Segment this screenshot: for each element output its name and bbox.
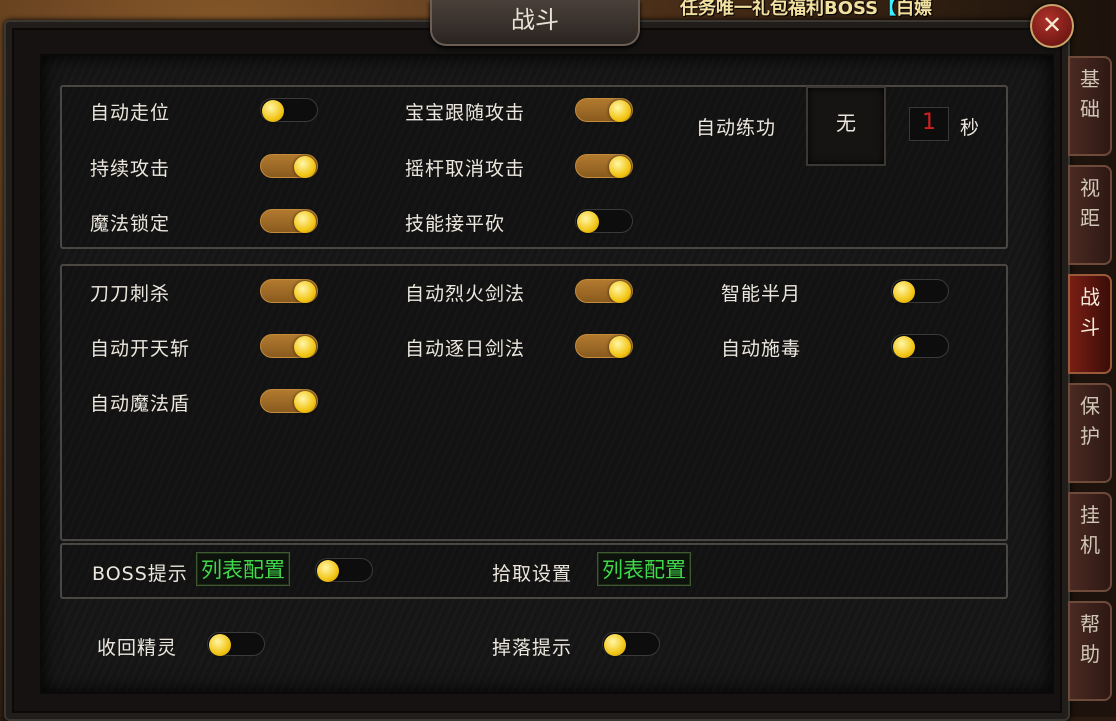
skill-label: 自动开天斩 — [90, 338, 191, 360]
skill-label: 自动烈火剑法 — [405, 283, 526, 305]
toggle-knob — [262, 100, 284, 122]
tab-label: 距 — [1080, 206, 1100, 230]
pet-follow-label: 宝宝跟随攻击 — [405, 102, 526, 124]
tab-label: 保 — [1080, 394, 1100, 418]
auto-move-toggle[interactable] — [260, 98, 318, 122]
toggle-knob — [294, 391, 316, 413]
skill-toggle[interactable] — [575, 334, 633, 358]
toggle-knob — [294, 156, 316, 178]
tab-combat[interactable]: 战斗 — [1068, 274, 1112, 374]
tab-label: 挂 — [1080, 503, 1100, 527]
toggle-knob — [893, 336, 915, 358]
drop-tip-toggle[interactable] — [602, 632, 660, 656]
tab-auto-hang[interactable]: 挂机 — [1068, 492, 1112, 592]
drop-tip-label: 掉落提示 — [492, 637, 573, 659]
boss-tip-toggle[interactable] — [315, 558, 373, 582]
magic-lock-label: 魔法锁定 — [90, 213, 171, 235]
toggle-knob — [317, 560, 339, 582]
toggle-knob — [294, 281, 316, 303]
tab-label: 机 — [1080, 533, 1100, 557]
auto-practice-skill-slot[interactable]: 无 — [806, 86, 886, 166]
skill-toggle[interactable] — [891, 334, 949, 358]
tab-label: 战 — [1080, 285, 1100, 309]
tab-label: 帮 — [1080, 612, 1100, 636]
toggle-knob — [209, 634, 231, 656]
toggle-knob — [604, 634, 626, 656]
tab-label: 视 — [1080, 176, 1100, 200]
skill-label: 自动施毒 — [721, 338, 802, 360]
close-icon: ✕ — [1041, 11, 1063, 39]
continuous-attack-toggle[interactable] — [260, 154, 318, 178]
joystick-cancel-label: 摇杆取消攻击 — [405, 158, 526, 180]
skill-flat-toggle[interactable] — [575, 209, 633, 233]
auto-move-label: 自动走位 — [90, 102, 171, 124]
toggle-knob — [893, 281, 915, 303]
toggle-knob — [577, 211, 599, 233]
scrolling-banner: 任务唯一礼包福利BOSS【白嫖 — [680, 0, 933, 19]
tab-label: 基 — [1080, 67, 1100, 91]
recall-spirit-toggle[interactable] — [207, 632, 265, 656]
skill-label: 刀刀刺杀 — [90, 283, 171, 305]
tab-label: 础 — [1080, 97, 1100, 121]
tab-label: 护 — [1080, 424, 1100, 448]
skill-toggle[interactable] — [260, 389, 318, 413]
skill-label: 智能半月 — [721, 283, 802, 305]
skill-toggle[interactable] — [260, 279, 318, 303]
toggle-knob — [609, 156, 631, 178]
close-button[interactable]: ✕ — [1030, 4, 1074, 48]
pet-follow-toggle[interactable] — [575, 98, 633, 122]
tab-help[interactable]: 帮助 — [1068, 601, 1112, 701]
toggle-knob — [609, 281, 631, 303]
tab-label: 斗 — [1080, 315, 1100, 339]
auto-practice-interval-input[interactable]: 1 — [909, 107, 949, 141]
skill-label: 自动逐日剑法 — [405, 338, 526, 360]
boss-tip-label: BOSS提示 — [92, 563, 188, 585]
continuous-attack-label: 持续攻击 — [90, 158, 171, 180]
window-title: 战斗 — [430, 0, 640, 46]
skill-toggle[interactable] — [260, 334, 318, 358]
tab-label: 助 — [1080, 642, 1100, 666]
magic-lock-toggle[interactable] — [260, 209, 318, 233]
toggle-knob — [609, 100, 631, 122]
recall-spirit-label: 收回精灵 — [97, 637, 178, 659]
skill-toggle[interactable] — [575, 279, 633, 303]
seconds-unit-label: 秒 — [960, 117, 981, 139]
skill-toggle[interactable] — [891, 279, 949, 303]
loot-settings-label: 拾取设置 — [492, 563, 573, 585]
boss-list-config-button[interactable]: 列表配置 — [196, 552, 290, 586]
skill-label: 自动魔法盾 — [90, 393, 191, 415]
tab-view-distance[interactable]: 视距 — [1068, 165, 1112, 265]
loot-list-config-button[interactable]: 列表配置 — [597, 552, 691, 586]
tab-protect[interactable]: 保护 — [1068, 383, 1112, 483]
toggle-knob — [294, 211, 316, 233]
skill-auto-panel — [60, 264, 1008, 541]
toggle-knob — [609, 336, 631, 358]
skill-flat-label: 技能接平砍 — [405, 213, 506, 235]
tab-basic[interactable]: 基础 — [1068, 56, 1112, 156]
toggle-knob — [294, 336, 316, 358]
auto-practice-label: 自动练功 — [696, 117, 777, 139]
joystick-cancel-toggle[interactable] — [575, 154, 633, 178]
